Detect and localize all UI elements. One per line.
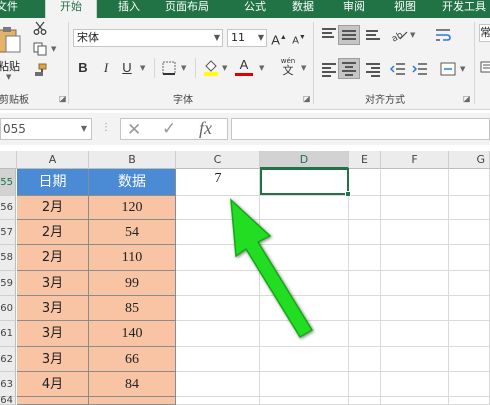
annotation-arrow xyxy=(230,198,314,339)
green-arrow-icon xyxy=(230,198,314,339)
